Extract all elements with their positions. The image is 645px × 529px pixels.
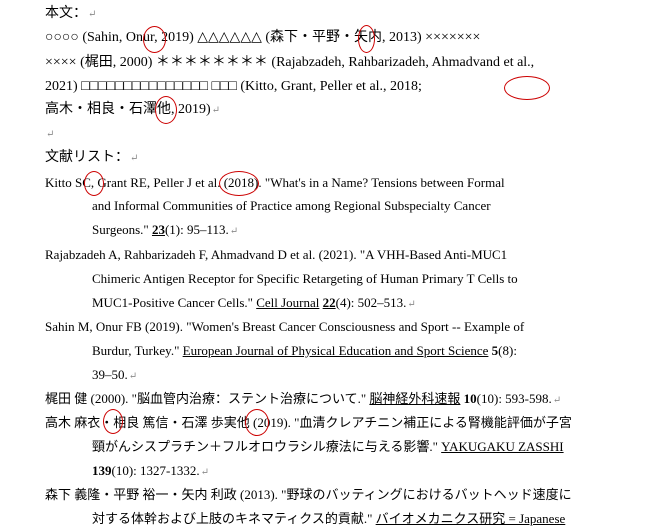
body-line-4: 高木・相良・石澤他, 2019)↵ [45, 102, 221, 117]
references-heading: 文献リスト：↵ [45, 150, 139, 165]
document-page: 本文：↵ ○○○○ (Sahin, Onur, 2019) △△△△△△ (森下… [0, 0, 645, 529]
body-line-3: 2021) □□□□□□□□□□□□□□□ □□□ (Kitto, Grant,… [45, 79, 422, 94]
body-line-2: ×××× (梶田, 2000) ＊＊＊＊＊＊＊＊ (Rajabzadeh, Ra… [45, 55, 535, 70]
ref-rajab-line-1: Rajabzadeh A, Rahbarizadeh F, Ahmadvand … [45, 247, 508, 262]
ref-rajab-line-3: MUC1-Positive Cancer Cells." Cell Journa… [92, 295, 416, 310]
ref-takagi-line-3: 139(10): 1327-1332.↵ [92, 463, 209, 478]
ref-morishita-line-1: 森下 義隆・平野 裕一・矢内 利政 (2013). "野球のバッティングにおける… [45, 487, 572, 502]
empty-paragraph: ↵ [46, 129, 55, 140]
ref-kitto-line-2: and Informal Communities of Practice amo… [92, 198, 491, 213]
ref-kitto-line-3: Surgeons." 23(1): 95–113.↵ [92, 222, 239, 237]
ref-morishita-line-2: 対する体幹および上肢のキネマティクス的貢献." バイオメカニクス研究 = Jap… [92, 511, 566, 526]
annotation-circle-body-et-al [504, 76, 550, 100]
ref-sahin-line-3: 39–50.↵ [92, 367, 138, 382]
body-heading: 本文：↵ [45, 6, 97, 21]
ref-kitto-line-1: Kitto SC, Grant RE, Peller J et al. (201… [45, 175, 505, 190]
ref-sahin-line-1: Sahin M, Onur FB (2019). "Women's Breast… [45, 319, 525, 334]
ref-takagi-line-2: 頸がんシスプラチン＋フルオロウラシル療法に与える影響." YAKUGAKU ZA… [92, 439, 564, 454]
ref-kajita: 梶田 健 (2000). "脳血管内治療：ステント治療について." 脳神経外科速… [45, 391, 562, 406]
ref-sahin-line-2: Burdur, Turkey." European Journal of Phy… [92, 343, 517, 358]
body-line-1: ○○○○ (Sahin, Onur, 2019) △△△△△△ (森下・平野・矢… [45, 30, 481, 45]
ref-takagi-line-1: 高木 麻衣・相良 篤信・石澤 歩実他 (2019). "血清クレアチニン補正によ… [45, 415, 572, 430]
ref-rajab-line-2: Chimeric Antigen Receptor for Specific R… [92, 271, 518, 286]
